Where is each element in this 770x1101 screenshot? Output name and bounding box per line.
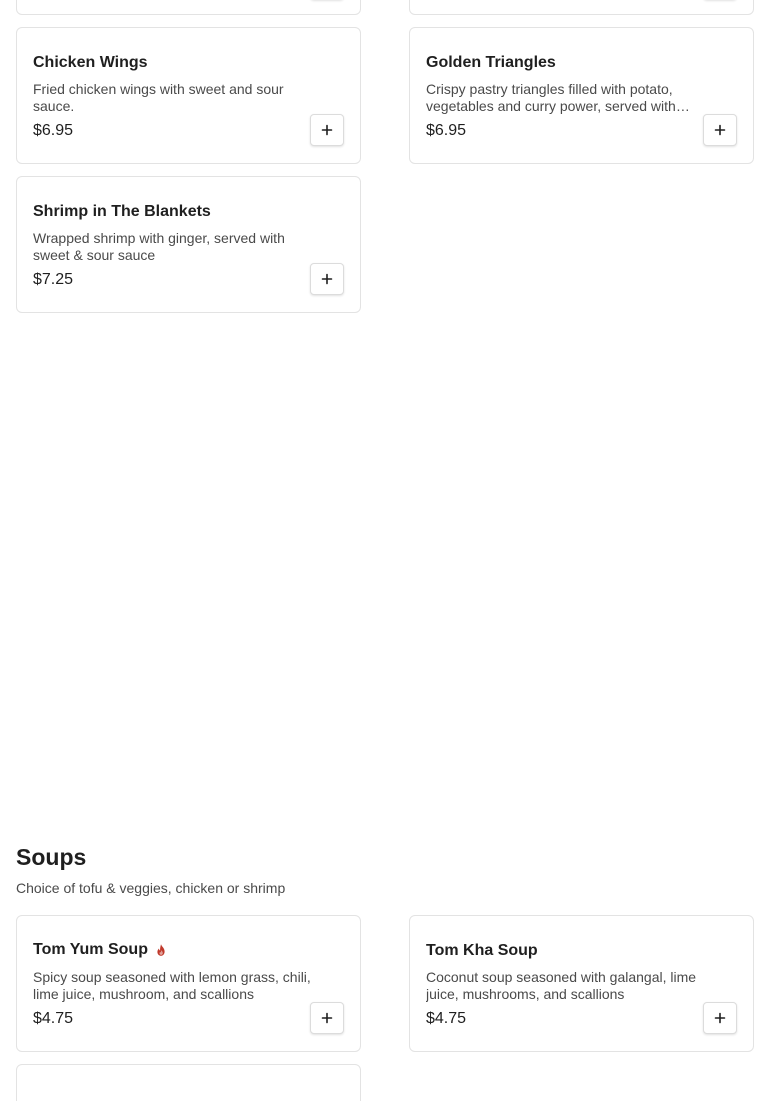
plus-icon [321, 124, 333, 136]
menu-item-card[interactable]: Chicken Wings Fried chicken wings with s… [16, 27, 361, 164]
menu-item-price: $6.95 [426, 122, 467, 139]
menu-item-description: Wrapped shrimp with ginger, served with … [33, 230, 285, 263]
menu-item-title-row: Tom Yum Soup [33, 941, 168, 959]
add-item-button[interactable] [310, 263, 344, 295]
menu-item-card[interactable]: Golden Triangles Crispy pastry triangles… [409, 27, 754, 164]
plus-icon [714, 1012, 726, 1024]
add-item-button[interactable] [703, 114, 737, 146]
menu-item-description: Crispy pastry triangles filled with pota… [426, 81, 676, 114]
add-item-button[interactable] [703, 1002, 737, 1034]
menu-item-description: Coconut soup seasoned with galangal, lim… [426, 969, 697, 1002]
menu-item-card-partial[interactable] [16, 0, 361, 15]
menu-item-card-partial[interactable] [409, 0, 754, 15]
flame-icon [157, 944, 165, 956]
menu-item-price: $4.75 [33, 1010, 74, 1027]
menu-item-name: Shrimp in The Blankets [33, 203, 211, 220]
menu-item-name: Tom Yum Soup [33, 941, 148, 958]
section-title: Soups [16, 844, 87, 870]
menu-item-card[interactable]: Shrimp in The Blankets Wrapped shrimp wi… [16, 176, 361, 313]
menu-item-name: Golden Triangles [426, 54, 556, 71]
add-item-button[interactable] [310, 114, 344, 146]
menu-item-price: $7.25 [33, 271, 74, 288]
menu-item-name: Tom Kha Soup [426, 942, 538, 959]
add-item-button[interactable] [310, 1002, 344, 1034]
section-subtitle: Choice of tofu & veggies, chicken or shr… [16, 880, 286, 896]
menu-item-description: Spicy soup seasoned with lemon grass, ch… [33, 969, 311, 1002]
menu-item-name: Chicken Wings [33, 54, 148, 71]
plus-icon [321, 273, 333, 285]
menu-item-card[interactable]: Tom Kha Soup Coconut soup seasoned with … [409, 915, 754, 1052]
menu-item-price: $6.95 [33, 122, 74, 139]
plus-icon [321, 1012, 333, 1024]
menu-item-card-partial[interactable] [16, 1064, 361, 1101]
menu-item-price: $4.75 [426, 1010, 467, 1027]
menu-item-description: Fried chicken wings with sweet and sour … [33, 81, 284, 114]
plus-icon [714, 124, 726, 136]
menu-page: Chicken Wings Fried chicken wings with s… [0, 0, 770, 1101]
menu-item-card[interactable]: Tom Yum Soup Spicy soup seasoned with le… [16, 915, 361, 1052]
